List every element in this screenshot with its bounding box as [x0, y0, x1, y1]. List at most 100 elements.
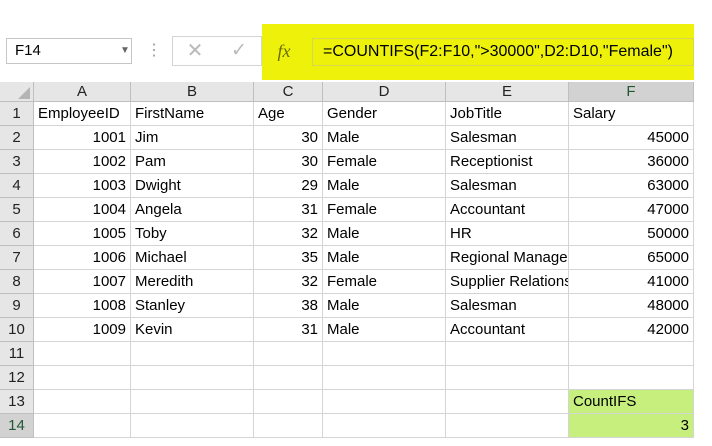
select-all-corner[interactable] [0, 82, 34, 102]
cell-b9[interactable]: Stanley [131, 294, 254, 318]
cell-d11[interactable] [323, 342, 446, 366]
cell-d6[interactable]: Male [323, 222, 446, 246]
cell-f9[interactable]: 48000 [569, 294, 694, 318]
cell-b13[interactable] [131, 390, 254, 414]
cell-c13[interactable] [254, 390, 323, 414]
cell-c11[interactable] [254, 342, 323, 366]
cell-c6[interactable]: 32 [254, 222, 323, 246]
chevron-down-icon[interactable]: ▼ [118, 38, 132, 64]
cell-f10[interactable]: 42000 [569, 318, 694, 342]
cell-e7[interactable]: Regional Manager [446, 246, 569, 270]
cell-b4[interactable]: Dwight [131, 174, 254, 198]
cell-a6[interactable]: 1005 [34, 222, 131, 246]
cell-a9[interactable]: 1008 [34, 294, 131, 318]
cell-e6[interactable]: HR [446, 222, 569, 246]
row-header-6[interactable]: 6 [0, 222, 34, 246]
cell-b10[interactable]: Kevin [131, 318, 254, 342]
cell-a13[interactable] [34, 390, 131, 414]
cell-f14[interactable]: 3 [569, 414, 694, 438]
cell-b8[interactable]: Meredith [131, 270, 254, 294]
cell-e2[interactable]: Salesman [446, 126, 569, 150]
cell-a7[interactable]: 1006 [34, 246, 131, 270]
cell-e11[interactable] [446, 342, 569, 366]
cell-c8[interactable]: 32 [254, 270, 323, 294]
cell-d8[interactable]: Female [323, 270, 446, 294]
cell-c4[interactable]: 29 [254, 174, 323, 198]
cell-e13[interactable] [446, 390, 569, 414]
row-header-7[interactable]: 7 [0, 246, 34, 270]
cell-f5[interactable]: 47000 [569, 198, 694, 222]
cell-c12[interactable] [254, 366, 323, 390]
cell-b14[interactable] [131, 414, 254, 438]
cell-a2[interactable]: 1001 [34, 126, 131, 150]
cancel-icon[interactable]: ✕ [184, 38, 206, 64]
cell-f1[interactable]: Salary [569, 102, 694, 126]
cell-a11[interactable] [34, 342, 131, 366]
cell-b6[interactable]: Toby [131, 222, 254, 246]
cell-a4[interactable]: 1003 [34, 174, 131, 198]
row-header-4[interactable]: 4 [0, 174, 34, 198]
cell-b12[interactable] [131, 366, 254, 390]
row-header-2[interactable]: 2 [0, 126, 34, 150]
cell-f2[interactable]: 45000 [569, 126, 694, 150]
row-header-12[interactable]: 12 [0, 366, 34, 390]
cell-f6[interactable]: 50000 [569, 222, 694, 246]
cell-a10[interactable]: 1009 [34, 318, 131, 342]
cell-f13[interactable]: CountIFS [569, 390, 694, 414]
cell-e12[interactable] [446, 366, 569, 390]
cell-b1[interactable]: FirstName [131, 102, 254, 126]
cell-c1[interactable]: Age [254, 102, 323, 126]
column-header-e[interactable]: E [446, 82, 569, 102]
enter-icon[interactable]: ✓ [228, 38, 250, 64]
row-header-11[interactable]: 11 [0, 342, 34, 366]
cell-c10[interactable]: 31 [254, 318, 323, 342]
cell-d3[interactable]: Female [323, 150, 446, 174]
cell-d7[interactable]: Male [323, 246, 446, 270]
cell-f12[interactable] [569, 366, 694, 390]
column-header-d[interactable]: D [323, 82, 446, 102]
cell-f8[interactable]: 41000 [569, 270, 694, 294]
cell-f3[interactable]: 36000 [569, 150, 694, 174]
column-header-a[interactable]: A [34, 82, 131, 102]
cell-d13[interactable] [323, 390, 446, 414]
cell-d12[interactable] [323, 366, 446, 390]
column-header-f[interactable]: F [569, 82, 694, 102]
cell-c5[interactable]: 31 [254, 198, 323, 222]
cell-b2[interactable]: Jim [131, 126, 254, 150]
cell-c3[interactable]: 30 [254, 150, 323, 174]
cell-a5[interactable]: 1004 [34, 198, 131, 222]
cell-d5[interactable]: Female [323, 198, 446, 222]
cell-e1[interactable]: JobTitle [446, 102, 569, 126]
cell-a1[interactable]: EmployeeID [34, 102, 131, 126]
row-header-13[interactable]: 13 [0, 390, 34, 414]
name-box[interactable]: F14 [6, 38, 132, 64]
column-header-b[interactable]: B [131, 82, 254, 102]
cell-b3[interactable]: Pam [131, 150, 254, 174]
row-header-10[interactable]: 10 [0, 318, 34, 342]
cell-c14[interactable] [254, 414, 323, 438]
cell-d1[interactable]: Gender [323, 102, 446, 126]
formula-input[interactable]: =COUNTIFS(F2:F10,">30000",D2:D10,"Female… [312, 38, 694, 66]
cell-b5[interactable]: Angela [131, 198, 254, 222]
cell-e14[interactable] [446, 414, 569, 438]
cell-b11[interactable] [131, 342, 254, 366]
cell-b7[interactable]: Michael [131, 246, 254, 270]
row-header-1[interactable]: 1 [0, 102, 34, 126]
cell-e10[interactable]: Accountant [446, 318, 569, 342]
cell-e4[interactable]: Salesman [446, 174, 569, 198]
cell-f11[interactable] [569, 342, 694, 366]
cell-a12[interactable] [34, 366, 131, 390]
row-header-5[interactable]: 5 [0, 198, 34, 222]
cell-e3[interactable]: Receptionist [446, 150, 569, 174]
row-header-8[interactable]: 8 [0, 270, 34, 294]
cell-d10[interactable]: Male [323, 318, 446, 342]
cell-d4[interactable]: Male [323, 174, 446, 198]
cell-c9[interactable]: 38 [254, 294, 323, 318]
cell-a14[interactable] [34, 414, 131, 438]
cell-d14[interactable] [323, 414, 446, 438]
cell-d9[interactable]: Male [323, 294, 446, 318]
row-header-14[interactable]: 14 [0, 414, 34, 438]
cell-f4[interactable]: 63000 [569, 174, 694, 198]
cell-e9[interactable]: Salesman [446, 294, 569, 318]
row-header-9[interactable]: 9 [0, 294, 34, 318]
